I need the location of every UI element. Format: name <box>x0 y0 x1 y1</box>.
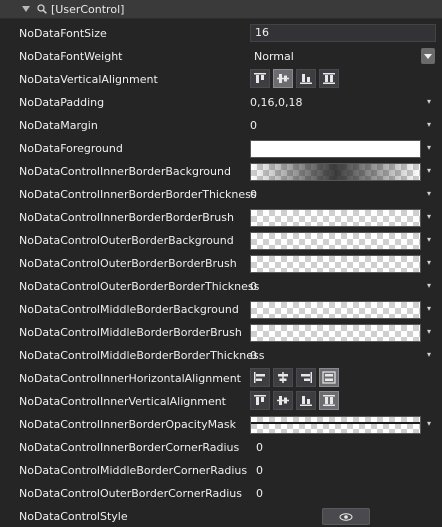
caret-down-icon[interactable]: ▾ <box>427 328 431 336</box>
property-row: NoDataControlOuterBorderBorderThickness … <box>0 275 442 298</box>
property-row: NoDataForeground ▾ <box>0 137 442 160</box>
outer-border-thickness-value[interactable]: 0 <box>250 275 257 298</box>
caret-down-icon[interactable]: ▾ <box>427 167 431 175</box>
inner-vertical-alignment-group <box>250 391 339 412</box>
property-row: NoDataFontSize 16 <box>0 22 442 45</box>
font-size-input[interactable]: 16 <box>250 24 436 42</box>
triangle-down-icon[interactable] <box>22 6 30 12</box>
outer-border-brush-swatch[interactable] <box>250 255 421 273</box>
property-label: NoDataControlInnerBorderCornerRadius <box>19 441 240 454</box>
chevron-down-icon[interactable] <box>421 48 435 64</box>
property-row: NoDataControlOuterBorderBorderBrush ▾ <box>0 252 442 275</box>
caret-down-icon[interactable]: ▾ <box>427 190 431 198</box>
caret-down-icon[interactable]: ▾ <box>427 282 431 290</box>
property-label: NoDataControlInnerBorderBorderThickness <box>19 188 257 201</box>
property-row: NoDataControlInnerBorderBorderThickness … <box>0 183 442 206</box>
category-title: [UserControl] <box>51 2 125 16</box>
align-bottom-icon[interactable] <box>296 69 316 88</box>
caret-down-icon[interactable]: ▾ <box>427 121 431 129</box>
caret-down-icon[interactable]: ▾ <box>427 144 431 152</box>
property-label: NoDataControlOuterBorderBackground <box>19 234 234 247</box>
property-row: NoDataMargin 0 ▾ <box>0 114 442 137</box>
align-top-icon[interactable] <box>250 391 270 410</box>
inner-border-thickness-value[interactable]: 0 <box>250 183 257 206</box>
middle-border-brush-swatch[interactable] <box>250 324 421 342</box>
middle-border-thickness-value[interactable]: 0 <box>250 344 257 367</box>
property-label: NoDataControlMiddleBorderBorderBrush <box>19 326 242 339</box>
caret-down-icon[interactable]: ▾ <box>427 213 431 221</box>
property-label: NoDataControlOuterBorderBorderThickness <box>19 280 260 293</box>
horizontal-alignment-group <box>250 368 339 389</box>
property-row: NoDataControlInnerBorderCornerRadius 0 <box>0 436 442 459</box>
property-label: NoDataFontSize <box>19 27 107 40</box>
property-label: NoDataFontWeight <box>19 50 123 63</box>
align-center-icon[interactable] <box>273 368 293 387</box>
vertical-alignment-group <box>250 69 339 90</box>
outer-corner-radius-value[interactable]: 0 <box>256 482 263 505</box>
inner-border-background-swatch[interactable] <box>250 163 421 181</box>
style-button[interactable] <box>322 508 370 525</box>
property-label: NoDataForeground <box>19 142 123 155</box>
property-row: NoDataControlMiddleBorderCornerRadius 0 <box>0 459 442 482</box>
property-row: NoDataControlMiddleBorderBackground ▾ <box>0 298 442 321</box>
property-label: NoDataPadding <box>19 96 105 109</box>
property-row: NoDataControlInnerBorderBorderBrush ▾ <box>0 206 442 229</box>
property-label: NoDataControlInnerBorderOpacityMask <box>19 418 236 431</box>
property-row: NoDataControlOuterBorderCornerRadius 0 <box>0 482 442 505</box>
property-label: NoDataVerticalAlignment <box>19 73 158 86</box>
align-right-icon[interactable] <box>296 368 316 387</box>
property-label: NoDataControlStyle <box>19 510 128 523</box>
align-bottom-icon[interactable] <box>296 391 316 410</box>
inner-border-brush-swatch[interactable] <box>250 209 421 227</box>
property-label: NoDataControlMiddleBorderCornerRadius <box>19 464 248 477</box>
category-header[interactable]: [UserControl] <box>0 0 442 19</box>
caret-down-icon[interactable]: ▾ <box>427 236 431 244</box>
property-row: NoDataControlInnerBorderOpacityMask ▾ <box>0 413 442 436</box>
property-row: NoDataPadding 0,16,0,18 ▾ <box>0 91 442 114</box>
align-stretch-icon[interactable] <box>319 391 339 410</box>
padding-value[interactable]: 0,16,0,18 <box>250 91 302 114</box>
property-label: NoDataControlOuterBorderBorderBrush <box>19 257 237 270</box>
align-top-icon[interactable] <box>250 69 270 88</box>
caret-down-icon[interactable]: ▾ <box>427 351 431 359</box>
font-weight-select[interactable]: Normal <box>254 45 294 68</box>
property-row: NoDataControlMiddleBorderBorderThickness… <box>0 344 442 367</box>
property-label: NoDataControlInnerBorderBackground <box>19 165 231 178</box>
property-row: NoDataControlStyle <box>0 505 442 527</box>
property-label: NoDataControlInnerBorderBorderBrush <box>19 211 234 224</box>
property-label: NoDataMargin <box>19 119 98 132</box>
align-stretch-icon[interactable] <box>319 368 339 387</box>
property-label: NoDataControlMiddleBorderBorderThickness <box>19 349 265 362</box>
caret-down-icon[interactable]: ▾ <box>427 420 431 428</box>
property-label: NoDataControlInnerVerticalAlignment <box>19 395 226 408</box>
caret-down-icon[interactable]: ▾ <box>427 305 431 313</box>
eye-icon <box>339 512 353 521</box>
property-label: NoDataControlOuterBorderCornerRadius <box>19 487 242 500</box>
property-row: NoDataControlInnerHorizontalAlignment <box>0 367 442 390</box>
margin-value[interactable]: 0 <box>250 114 257 137</box>
property-label: NoDataControlInnerHorizontalAlignment <box>19 372 241 385</box>
caret-down-icon[interactable]: ▾ <box>427 98 431 106</box>
search-icon <box>37 4 47 14</box>
middle-corner-radius-value[interactable]: 0 <box>256 459 263 482</box>
middle-border-background-swatch[interactable] <box>250 301 421 319</box>
property-row: NoDataFontWeight Normal <box>0 45 442 68</box>
align-stretch-icon[interactable] <box>319 69 339 88</box>
align-left-icon[interactable] <box>250 368 270 387</box>
property-row: NoDataVerticalAlignment <box>0 68 442 91</box>
align-center-icon[interactable] <box>273 69 293 88</box>
align-center-icon[interactable] <box>273 391 293 410</box>
opacity-mask-swatch[interactable] <box>250 416 421 434</box>
foreground-brush-swatch[interactable] <box>250 140 421 158</box>
caret-down-icon[interactable]: ▾ <box>427 259 431 267</box>
outer-border-background-swatch[interactable] <box>250 232 421 250</box>
property-row: NoDataControlInnerBorderBackground ▾ <box>0 160 442 183</box>
property-row: NoDataControlMiddleBorderBorderBrush ▾ <box>0 321 442 344</box>
property-label: NoDataControlMiddleBorderBackground <box>19 303 239 316</box>
inner-corner-radius-value[interactable]: 0 <box>256 436 263 459</box>
property-row: NoDataControlOuterBorderBackground ▾ <box>0 229 442 252</box>
property-row: NoDataControlInnerVerticalAlignment <box>0 390 442 413</box>
